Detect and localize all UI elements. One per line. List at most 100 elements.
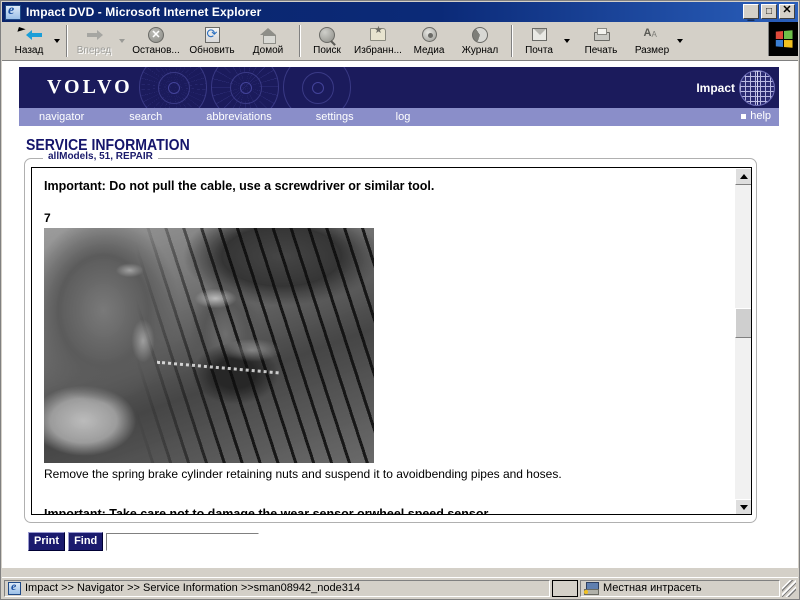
window-title: Impact DVD - Microsoft Internet Explorer bbox=[26, 5, 262, 19]
service-information-panel: allModels, 51, REPAIR Important: Do not … bbox=[24, 151, 757, 523]
ie-icon bbox=[5, 3, 21, 20]
ie-icon bbox=[8, 581, 21, 595]
impact-label: Impact bbox=[696, 80, 735, 95]
toolbar-separator bbox=[66, 25, 68, 57]
status-breadcrumb-panel: Impact >> Navigator >> Service Informati… bbox=[4, 579, 550, 597]
back-arrow-icon bbox=[18, 25, 42, 44]
toolbar-separator bbox=[299, 25, 301, 57]
toolbar-button-search[interactable]: Поиск bbox=[304, 22, 350, 60]
wheel-graphics bbox=[139, 67, 351, 108]
stop-icon: ✕ bbox=[145, 25, 167, 44]
chevron-down-icon bbox=[54, 39, 60, 43]
forward-button-group: Вперед bbox=[71, 22, 128, 60]
scroll-up-button[interactable] bbox=[735, 168, 751, 185]
status-zone-panel[interactable]: Местная интрасеть bbox=[580, 579, 780, 597]
refresh-icon bbox=[201, 25, 223, 44]
toolbar-label-refresh: Обновить bbox=[189, 45, 235, 56]
close-icon: ✕ bbox=[782, 4, 792, 16]
forward-arrow-icon bbox=[83, 25, 105, 44]
nav-item-abbreviations[interactable]: abbreviations bbox=[206, 111, 271, 123]
scrollbar-thumb[interactable] bbox=[735, 308, 751, 338]
toolbar-button-forward[interactable]: Вперед bbox=[71, 24, 117, 58]
chevron-down-icon bbox=[564, 39, 570, 43]
close-button[interactable]: ✕ bbox=[779, 4, 795, 19]
window-controls: _ □ ✕ bbox=[743, 4, 795, 21]
resize-grip[interactable] bbox=[782, 579, 796, 597]
nav-item-navigator[interactable]: navigator bbox=[39, 111, 84, 123]
nav-item-log[interactable]: log bbox=[396, 111, 411, 123]
action-bar: Print Find bbox=[28, 532, 260, 551]
windows-logo-icon bbox=[768, 22, 798, 56]
status-breadcrumb-text: Impact >> Navigator >> Service Informati… bbox=[25, 582, 361, 594]
chevron-down-icon bbox=[677, 39, 683, 43]
toolbar-button-home[interactable]: Домой bbox=[240, 22, 296, 60]
toolbar-button-fontsize[interactable]: Размер bbox=[629, 24, 675, 58]
find-button[interactable]: Find bbox=[68, 532, 104, 551]
toolbar-label-media: Медиа bbox=[413, 45, 445, 56]
chevron-down-icon bbox=[119, 39, 125, 43]
toolbar-button-stop[interactable]: ✕ Останов... bbox=[128, 22, 184, 60]
ie-window: Impact DVD - Microsoft Internet Explorer… bbox=[0, 0, 800, 600]
toolbar-label-search: Поиск bbox=[313, 45, 341, 56]
media-icon bbox=[418, 25, 440, 44]
toolbar-label-back: Назад bbox=[14, 45, 44, 56]
title-bar: Impact DVD - Microsoft Internet Explorer… bbox=[2, 2, 798, 22]
toolbar-button-mail[interactable]: Почта bbox=[516, 24, 562, 58]
back-dropdown[interactable] bbox=[52, 39, 63, 43]
globe-grid-icon bbox=[739, 69, 775, 106]
bullet-square-icon bbox=[741, 113, 747, 119]
volvo-logo: VOLVO bbox=[47, 76, 133, 98]
toolbar-button-history[interactable]: Журнал bbox=[452, 22, 508, 60]
mail-dropdown[interactable] bbox=[562, 39, 573, 43]
scroll-down-button[interactable] bbox=[735, 499, 751, 514]
maximize-icon: □ bbox=[765, 6, 773, 17]
find-input[interactable] bbox=[106, 532, 260, 551]
fontsize-button-group: Размер bbox=[629, 22, 686, 60]
search-icon bbox=[316, 25, 338, 44]
minimize-icon: _ bbox=[747, 7, 755, 21]
forward-dropdown[interactable] bbox=[117, 39, 128, 43]
toolbar-label-history: Журнал bbox=[461, 45, 499, 56]
volvo-banner-bar: VOLVO Impact bbox=[19, 67, 779, 108]
toolbar-label-home: Домой bbox=[252, 45, 284, 56]
history-icon bbox=[469, 25, 491, 44]
document-content: Important: Do not pull the cable, use a … bbox=[32, 168, 736, 515]
favorites-icon bbox=[367, 25, 389, 44]
network-zone-icon bbox=[584, 581, 599, 595]
toolbar-button-media[interactable]: Медиа bbox=[406, 22, 452, 60]
brake-cylinder-photo bbox=[44, 228, 374, 463]
photo-caption: Remove the spring brake cylinder retaini… bbox=[44, 467, 562, 481]
toolbar-label-fontsize: Размер bbox=[634, 45, 670, 56]
impact-brand: Impact bbox=[696, 67, 775, 108]
chevron-down-icon bbox=[739, 505, 748, 510]
font-size-icon bbox=[641, 25, 663, 44]
toolbar-button-back[interactable]: Назад bbox=[6, 24, 52, 58]
toolbar-label-favorites: Избранн... bbox=[354, 45, 402, 56]
status-zone-text: Местная интрасеть bbox=[603, 582, 702, 594]
maximize-button[interactable]: □ bbox=[761, 4, 777, 19]
toolbar-label-print: Печать bbox=[584, 45, 618, 56]
mail-icon bbox=[528, 25, 550, 44]
toolbar-button-refresh[interactable]: Обновить bbox=[184, 22, 240, 60]
step-number: 7 bbox=[44, 211, 51, 225]
toolbar-label-mail: Почта bbox=[525, 45, 553, 56]
minimize-button[interactable]: _ bbox=[743, 4, 759, 21]
document-scrollbar[interactable] bbox=[734, 168, 751, 514]
nav-item-help[interactable]: help bbox=[741, 110, 771, 122]
printer-icon bbox=[590, 25, 612, 44]
toolbar-label-forward: Вперед bbox=[76, 45, 112, 56]
important-note-top: Important: Do not pull the cable, use a … bbox=[44, 179, 435, 193]
print-button[interactable]: Print bbox=[28, 532, 66, 551]
nav-item-search[interactable]: search bbox=[129, 111, 162, 123]
document-frame: Important: Do not pull the cable, use a … bbox=[31, 167, 752, 515]
important-note-bottom: Important: Take care not to damage the w… bbox=[44, 507, 492, 515]
toolbar-button-favorites[interactable]: Избранн... bbox=[350, 22, 406, 60]
nav-help-label: help bbox=[750, 110, 771, 122]
fontsize-dropdown[interactable] bbox=[675, 39, 686, 43]
nav-item-settings[interactable]: settings bbox=[316, 111, 354, 123]
mail-button-group: Почта bbox=[516, 22, 573, 60]
toolbar-separator bbox=[511, 25, 513, 57]
volvo-banner: VOLVO Impact navigator search abbreviati… bbox=[19, 67, 779, 126]
scrollbar-track[interactable] bbox=[735, 185, 751, 499]
toolbar-button-print[interactable]: Печать bbox=[573, 22, 629, 60]
